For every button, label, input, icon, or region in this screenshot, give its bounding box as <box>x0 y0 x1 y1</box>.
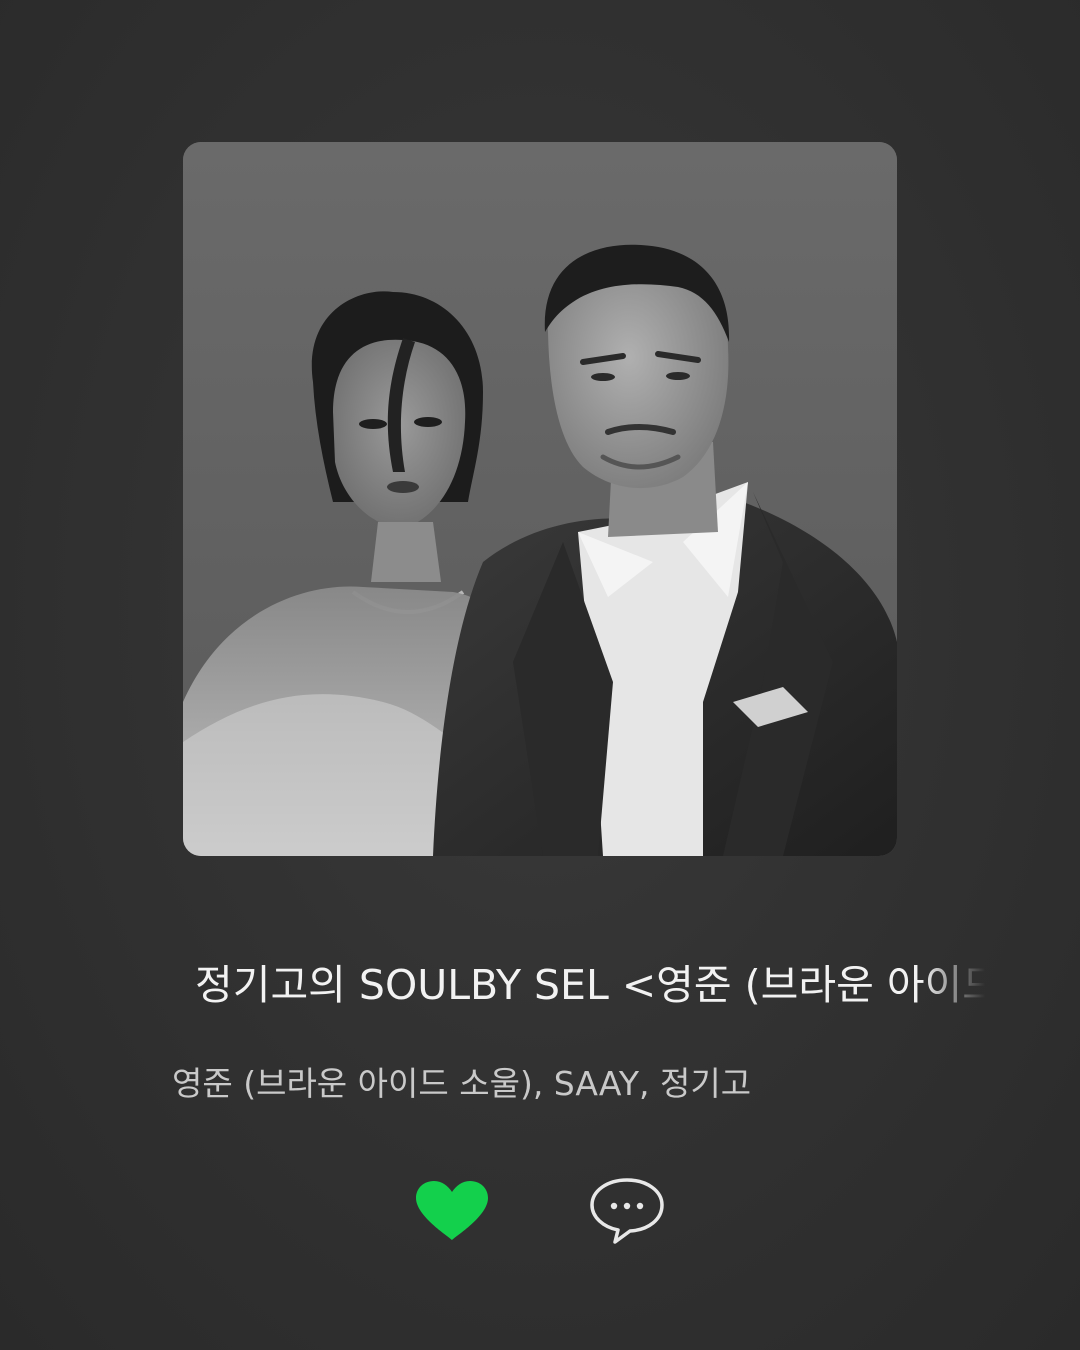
speech-bubble-icon <box>590 1178 664 1244</box>
album-cover-photo <box>183 142 897 856</box>
song-title-text: 정기고의 SOULBY SEL <영준 (브라운 아이드 소울), SAAY, … <box>195 961 985 1009</box>
song-title: 정기고의 SOULBY SEL <영준 (브라운 아이드 소울), SAAY, … <box>0 950 1080 1020</box>
comment-button[interactable] <box>588 1176 666 1246</box>
like-button[interactable] <box>412 1178 492 1244</box>
heart-icon <box>416 1181 488 1240</box>
album-art <box>183 142 897 856</box>
song-artists[interactable]: 영준 (브라운 아이드 소울), SAAY, 정기고 <box>172 1056 972 1112</box>
